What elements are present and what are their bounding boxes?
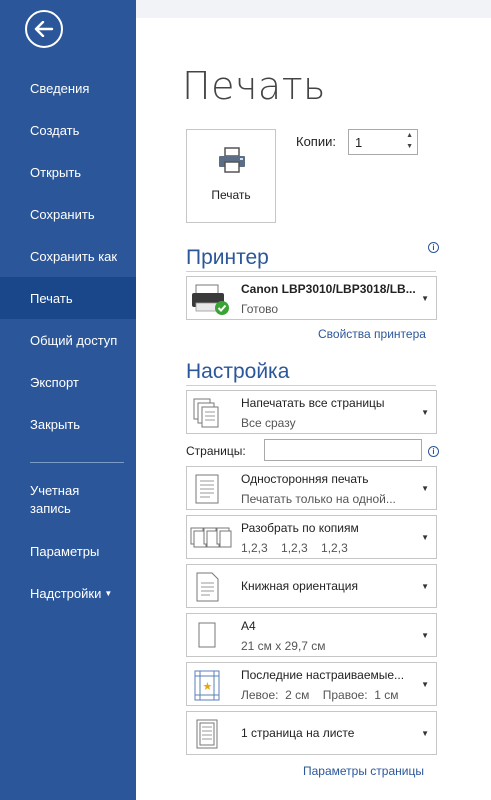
sidebar-item-label: Учетная запись bbox=[30, 483, 80, 516]
sidebar-item-open[interactable]: Открыть bbox=[0, 151, 136, 193]
sidebar-item-close[interactable]: Закрыть bbox=[0, 403, 136, 445]
chevron-down-icon: ▼ bbox=[104, 588, 113, 598]
info-icon[interactable]: i bbox=[428, 242, 439, 253]
copies-stepper[interactable]: 1 ▲ ▼ bbox=[348, 129, 418, 155]
sidebar-item-print[interactable]: Печать bbox=[0, 277, 136, 319]
sidebar-item-options[interactable]: Параметры bbox=[0, 530, 136, 572]
sides-dropdown[interactable]: Односторонняя печать Печатать только на … bbox=[186, 466, 437, 510]
setting-line2: 1,2,3 1,2,3 1,2,3 bbox=[241, 541, 348, 555]
sidebar-item-share[interactable]: Общий доступ bbox=[0, 319, 136, 361]
settings-heading: Настройка bbox=[186, 360, 290, 383]
pages-per-sheet-icon bbox=[196, 719, 218, 749]
sidebar-item-label: Закрыть bbox=[30, 416, 81, 432]
printer-dropdown[interactable]: Canon LBP3010/LBP3018/LB... Готово ▼ bbox=[186, 276, 437, 320]
sidebar-item-label: Экспорт bbox=[30, 374, 79, 390]
setting-line1: Последние настраиваемые... bbox=[241, 668, 405, 682]
info-icon[interactable]: i bbox=[428, 446, 439, 457]
sidebar-item-label: Открыть bbox=[30, 164, 82, 180]
chevron-down-icon: ▼ bbox=[421, 408, 429, 417]
top-strip bbox=[136, 0, 491, 18]
printer-name: Canon LBP3010/LBP3018/LB... bbox=[241, 282, 416, 296]
pages-per-sheet-dropdown[interactable]: 1 страница на листе ▼ bbox=[186, 711, 437, 755]
backstage-sidebar: Сведения Создать Открыть Сохранить Сохра… bbox=[0, 0, 136, 800]
chevron-down-icon: ▼ bbox=[421, 729, 429, 738]
sidebar-divider bbox=[30, 462, 124, 463]
sidebar-item-label: Параметры bbox=[30, 543, 100, 559]
sidebar-item-new[interactable]: Создать bbox=[0, 109, 136, 151]
sidebar-item-label: Создать bbox=[30, 122, 80, 138]
sidebar-item-label: Сохранить как bbox=[30, 248, 118, 264]
printer-device-icon bbox=[192, 284, 229, 315]
paper-size-dropdown[interactable]: A4 21 см x 29,7 см ▼ bbox=[186, 613, 437, 657]
collate-icon bbox=[190, 527, 232, 548]
print-button-label: Печать bbox=[211, 188, 251, 202]
setting-line1: A4 bbox=[241, 619, 256, 633]
sidebar-item-save[interactable]: Сохранить bbox=[0, 193, 136, 235]
sidebar-item-label: Общий доступ bbox=[30, 332, 118, 348]
portrait-icon bbox=[196, 572, 219, 602]
printer-status: Готово bbox=[241, 302, 279, 316]
sidebar-item-label: Сохранить bbox=[30, 206, 95, 222]
sidebar-item-label: Надстройки bbox=[30, 585, 102, 601]
section-divider bbox=[186, 271, 436, 272]
sidebar-item-addins[interactable]: Надстройки ▼ bbox=[0, 572, 136, 614]
sidebar-item-label: Печать bbox=[30, 290, 73, 306]
chevron-down-icon: ▼ bbox=[421, 484, 429, 493]
printer-icon bbox=[219, 147, 245, 173]
setting-line1: Односторонняя печать bbox=[241, 472, 369, 486]
chevron-down-icon: ▼ bbox=[421, 582, 429, 591]
printer-heading: Принтер bbox=[186, 246, 269, 269]
setting-line2: Печатать только на одной... bbox=[241, 492, 396, 506]
pages-label: Страницы: bbox=[186, 444, 246, 458]
print-range-dropdown[interactable]: Напечатать все страницы Все сразу ▼ bbox=[186, 390, 437, 434]
printer-properties-link[interactable]: Свойства принтера bbox=[318, 327, 426, 341]
setting-line2: 21 см x 29,7 см bbox=[241, 639, 326, 653]
print-button[interactable]: Печать bbox=[186, 129, 276, 223]
setting-line1: Напечатать все страницы bbox=[241, 396, 385, 410]
sidebar-item-export[interactable]: Экспорт bbox=[0, 361, 136, 403]
sidebar-item-account[interactable]: Учетная запись bbox=[0, 475, 120, 525]
chevron-down-icon: ▼ bbox=[421, 533, 429, 542]
back-arrow-icon[interactable] bbox=[25, 10, 63, 48]
margins-dropdown[interactable]: ★ Последние настраиваемые... Левое: 2 см… bbox=[186, 662, 437, 706]
copies-value: 1 bbox=[355, 135, 363, 150]
setting-line2: Все сразу bbox=[241, 416, 296, 430]
copies-label: Копии: bbox=[296, 134, 336, 149]
setting-line1: 1 страница на листе bbox=[241, 726, 355, 740]
pages-input[interactable] bbox=[264, 439, 422, 461]
setting-line2: Левое: 2 см Правое: 1 см bbox=[241, 688, 399, 702]
one-sided-icon bbox=[195, 474, 219, 504]
spin-up-icon[interactable]: ▲ bbox=[406, 132, 413, 139]
page-setup-link[interactable]: Параметры страницы bbox=[303, 764, 424, 778]
setting-line1: Книжная ориентация bbox=[241, 579, 358, 593]
svg-text:★: ★ bbox=[203, 680, 213, 693]
pages-icon bbox=[193, 398, 219, 428]
paper-size-icon bbox=[198, 622, 216, 648]
margins-icon: ★ bbox=[194, 670, 220, 701]
chevron-down-icon: ▼ bbox=[421, 680, 429, 689]
page-title: Печать bbox=[182, 64, 326, 108]
setting-line1: Разобрать по копиям bbox=[241, 521, 359, 535]
chevron-down-icon: ▼ bbox=[421, 294, 429, 303]
section-divider bbox=[186, 385, 436, 386]
sidebar-item-save-as[interactable]: Сохранить как bbox=[0, 235, 136, 277]
orientation-dropdown[interactable]: Книжная ориентация ▼ bbox=[186, 564, 437, 608]
spin-down-icon[interactable]: ▼ bbox=[406, 143, 413, 150]
collate-dropdown[interactable]: Разобрать по копиям 1,2,3 1,2,3 1,2,3 ▼ bbox=[186, 515, 437, 559]
chevron-down-icon: ▼ bbox=[421, 631, 429, 640]
sidebar-item-info[interactable]: Сведения bbox=[0, 67, 136, 109]
sidebar-item-label: Сведения bbox=[30, 80, 90, 96]
